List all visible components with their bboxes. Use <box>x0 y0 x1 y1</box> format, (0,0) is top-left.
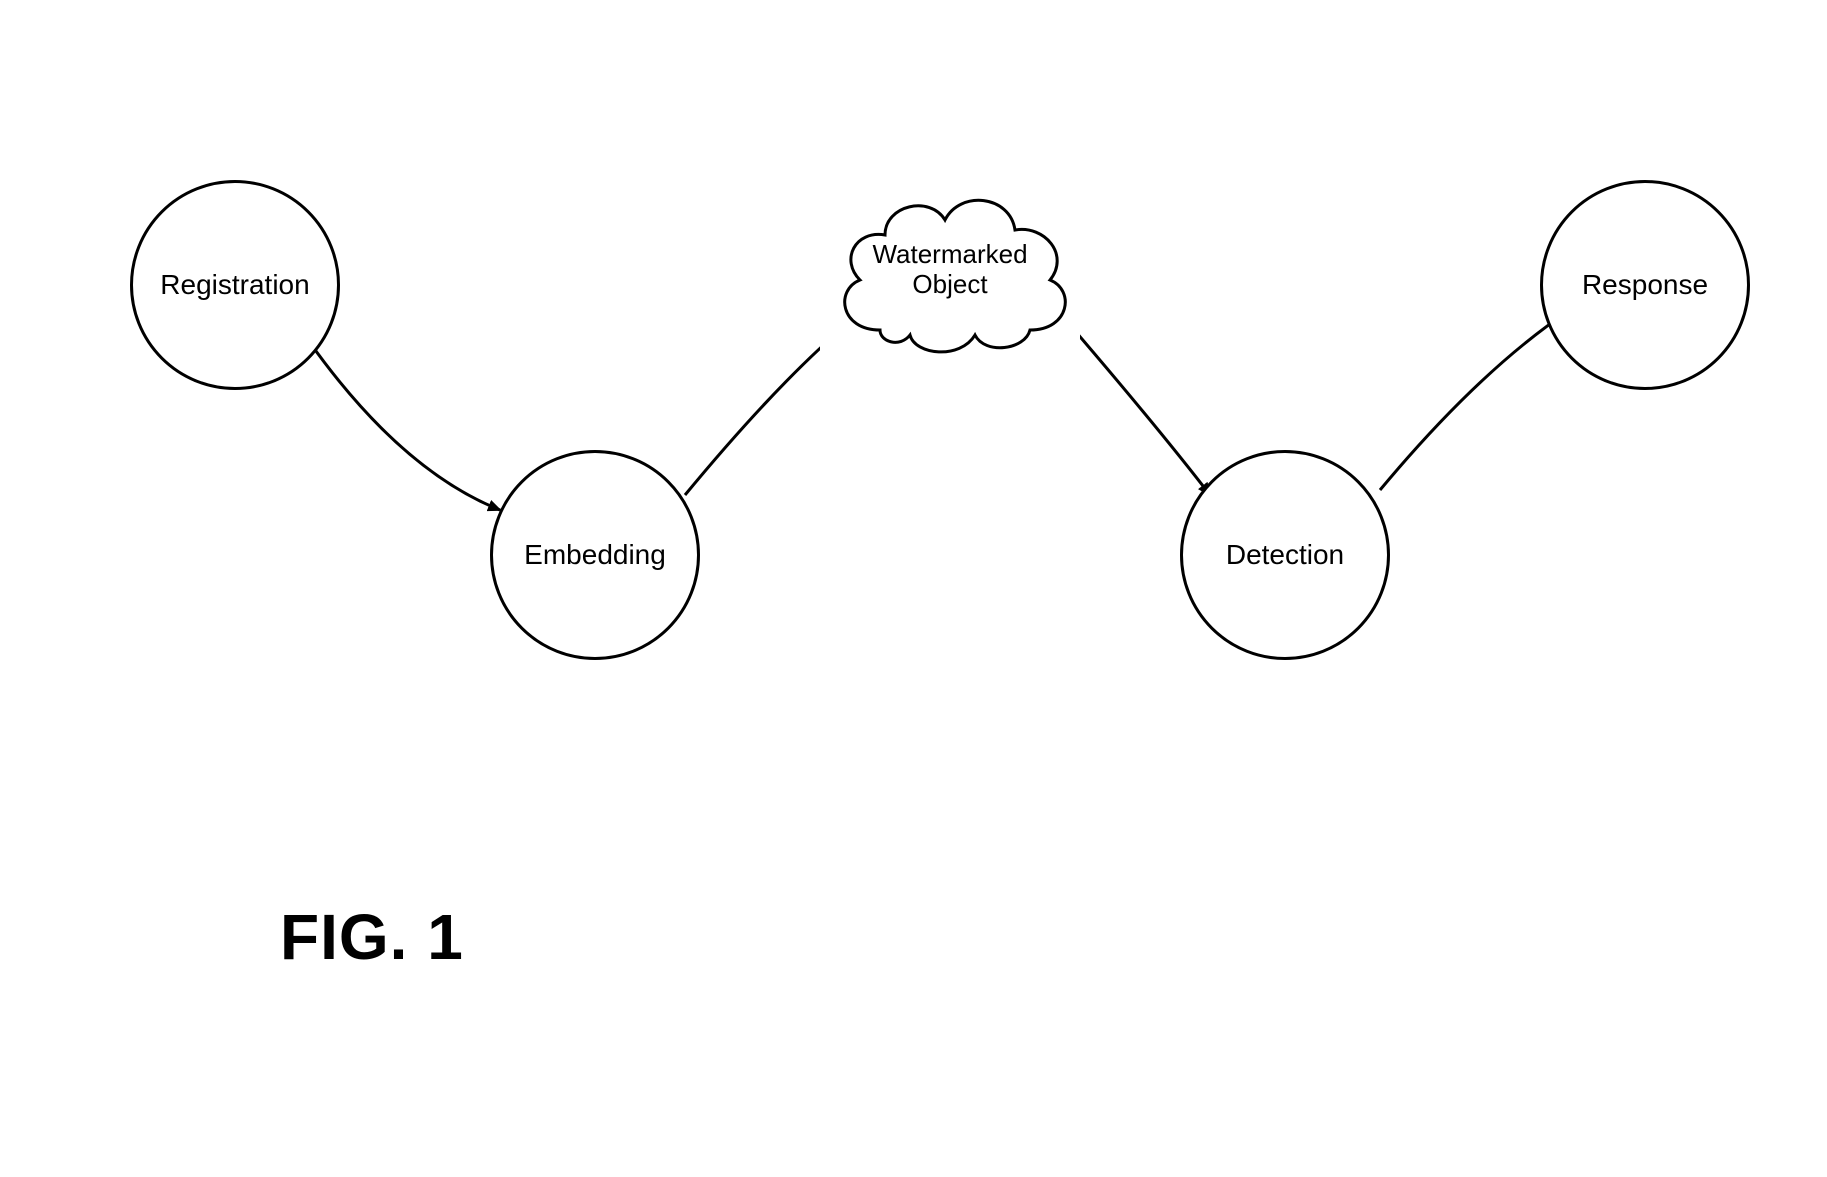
node-response: Response <box>1540 180 1750 390</box>
figure-caption: FIG. 1 <box>280 900 464 974</box>
watermarked-label-line1: Watermarked <box>872 239 1027 269</box>
node-watermarked-object: Watermarked Object <box>820 180 1080 360</box>
node-detection-label: Detection <box>1220 539 1350 571</box>
node-watermarked-label: Watermarked Object <box>820 240 1080 300</box>
edge-detection-response <box>1380 310 1570 490</box>
node-registration-label: Registration <box>154 269 315 301</box>
node-response-label: Response <box>1576 269 1714 301</box>
node-detection: Detection <box>1180 450 1390 660</box>
watermarked-label-line2: Object <box>912 269 987 299</box>
node-embedding: Embedding <box>490 450 700 660</box>
node-embedding-label: Embedding <box>518 539 672 571</box>
edge-registration-embedding <box>308 340 500 510</box>
node-registration: Registration <box>130 180 340 390</box>
arrows-layer <box>0 0 1827 1177</box>
edge-watermarked-detection <box>1070 325 1210 495</box>
diagram-stage: Registration Embedding Watermarked Objec… <box>0 0 1827 1177</box>
